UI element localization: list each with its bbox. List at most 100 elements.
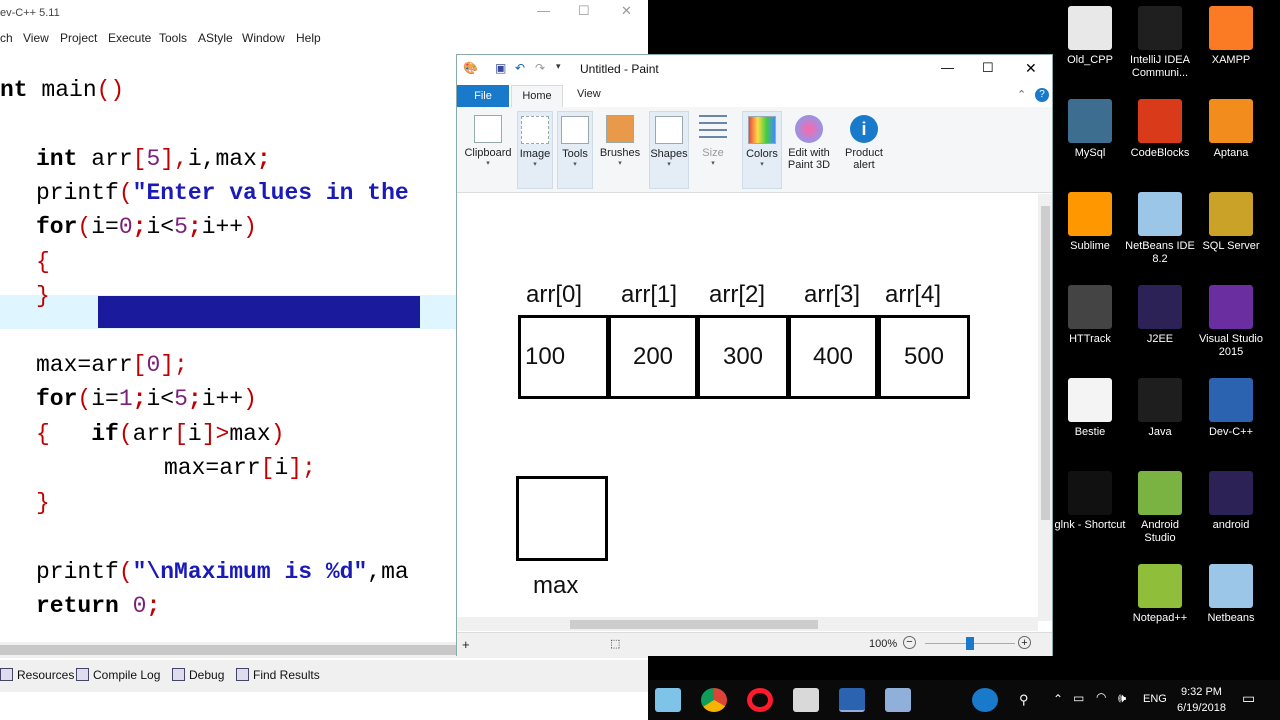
desktop-icon[interactable]: J2EE <box>1124 285 1196 346</box>
customize-quick-access-icon[interactable]: ▾ <box>556 61 570 75</box>
desktop-icon-label: android <box>1212 519 1250 531</box>
desktop-icon-label: Dev-C++ <box>1208 426 1254 438</box>
desktop-icon[interactable]: Notepad++ <box>1124 564 1196 625</box>
desktop-icon[interactable]: glnk - Shortcut <box>1054 471 1126 532</box>
tab-view[interactable]: View <box>577 88 601 100</box>
menu-tools[interactable]: Tools <box>159 31 187 45</box>
desktop-icon[interactable]: IntelliJ IDEA Communi... <box>1124 6 1196 80</box>
tab-compile-log[interactable]: Compile Log <box>76 668 160 682</box>
brush-icon <box>606 115 634 143</box>
close-icon[interactable]: ✕ <box>621 3 632 19</box>
window-title: Untitled - Paint <box>580 62 659 76</box>
desktop-icon[interactable]: Aptana <box>1195 99 1267 160</box>
tab-debug[interactable]: Debug <box>172 668 224 682</box>
desktop-icon[interactable]: NetBeans IDE 8.2 <box>1124 192 1196 266</box>
clock-time[interactable]: 9:32 PM <box>1181 686 1222 698</box>
opera-taskbar-icon[interactable] <box>747 688 773 712</box>
product-alert-button[interactable]: i Product alert <box>839 111 889 189</box>
devcpp-taskbar-icon[interactable] <box>839 688 865 712</box>
zoom-slider[interactable] <box>925 637 1015 650</box>
desktop-icon[interactable]: MySql <box>1054 99 1126 160</box>
save-icon[interactable]: ▣ <box>495 61 509 75</box>
array-index-label: arr[3] <box>804 281 861 308</box>
menu-search[interactable]: ch <box>0 31 13 45</box>
canvas-vertical-scrollbar[interactable] <box>1038 194 1052 621</box>
desktop-icon[interactable]: Netbeans <box>1195 564 1267 625</box>
close-icon[interactable]: ✕ <box>1025 60 1037 77</box>
desktop-icon[interactable]: Bestie <box>1054 378 1126 439</box>
zoom-slider-thumb[interactable] <box>966 637 974 650</box>
desktop-icon-label: Aptana <box>1213 147 1249 159</box>
desktop-icon[interactable]: SQL Server <box>1195 192 1267 253</box>
tab-home[interactable]: Home <box>511 85 563 107</box>
help-taskbar-icon[interactable] <box>972 688 998 712</box>
desktop-icon[interactable]: CodeBlocks <box>1124 99 1196 160</box>
clock-date[interactable]: 6/19/2018 <box>1177 702 1226 714</box>
zoom-in-icon[interactable]: + <box>1018 636 1031 649</box>
menu-execute[interactable]: Execute <box>108 31 151 45</box>
status-bar: + ⬚ 100% − + <box>457 632 1052 656</box>
tray-expand-icon[interactable]: ⌃ <box>1053 692 1063 706</box>
canvas-horizontal-scrollbar[interactable] <box>457 617 1038 631</box>
language-indicator[interactable]: ENG <box>1143 693 1167 705</box>
array-index-label: arr[1] <box>621 281 678 308</box>
scrollbar-thumb[interactable] <box>1041 206 1050 520</box>
desktop-icon-label: Sublime <box>1070 240 1110 252</box>
maximize-icon[interactable]: ☐ <box>982 60 994 76</box>
app-icon <box>1209 99 1253 143</box>
redo-icon[interactable]: ↷ <box>535 61 549 75</box>
cursor-position-icon: + <box>462 637 470 652</box>
paint-taskbar-icon[interactable] <box>885 688 911 712</box>
tab-resources[interactable]: Resources <box>0 668 74 682</box>
shapes-group[interactable]: Shapes ▾ <box>649 111 689 189</box>
brushes-group[interactable]: Brushes ▾ <box>597 111 643 189</box>
undo-icon[interactable]: ↶ <box>515 61 529 75</box>
desktop-icon-label: Netbeans <box>1207 612 1255 624</box>
desktop-icon[interactable]: Java <box>1124 378 1196 439</box>
help-icon[interactable]: ? <box>1035 88 1049 102</box>
scrollbar-thumb[interactable] <box>570 620 818 629</box>
desktop-icon[interactable]: XAMPP <box>1195 6 1267 67</box>
chrome-taskbar-icon[interactable] <box>701 688 727 712</box>
network-icon[interactable]: ▭ <box>1073 691 1084 705</box>
clipboard-icon <box>474 115 502 143</box>
explorer-taskbar-icon[interactable] <box>655 688 681 712</box>
desktop-icon-label: Android Studio <box>1141 519 1179 544</box>
tools-group[interactable]: Tools ▾ <box>557 111 593 189</box>
edit-with-paint3d-button[interactable]: Edit with Paint 3D <box>785 111 833 189</box>
app-icon <box>1068 471 1112 515</box>
desktop-icon[interactable]: android <box>1195 471 1267 532</box>
desktop-icon[interactable]: Android Studio <box>1124 471 1196 545</box>
canvas[interactable]: arr[0] arr[1] arr[2] arr[3] arr[4] 100 2… <box>457 194 1052 621</box>
size-group[interactable]: Size ▾ <box>695 111 731 189</box>
tab-find-results[interactable]: Find Results <box>236 668 320 682</box>
taskbar: ⚲ ⌃ ▭ ◠ 🕪 ENG 9:32 PM 6/19/2018 ▭ <box>648 680 1280 720</box>
wifi-icon[interactable]: ◠ <box>1096 690 1106 704</box>
desktop-icon[interactable]: Sublime <box>1054 192 1126 253</box>
minimize-ribbon-icon[interactable]: ⌃ <box>1017 88 1026 101</box>
menu-project[interactable]: Project <box>60 31 97 45</box>
desktop-icon[interactable]: Old_CPP <box>1054 6 1126 67</box>
info-icon: i <box>850 115 878 143</box>
people-icon[interactable]: ⚲ <box>1019 692 1029 708</box>
file-manager-taskbar-icon[interactable] <box>793 688 819 712</box>
desktop-icon[interactable]: HTTrack <box>1054 285 1126 346</box>
desktop-icon[interactable]: Visual Studio 2015 <box>1195 285 1267 359</box>
desktop-icon[interactable]: Dev-C++ <box>1195 378 1267 439</box>
image-group[interactable]: Image ▾ <box>517 111 553 189</box>
menu-help[interactable]: Help <box>296 31 321 45</box>
menu-astyle[interactable]: AStyle <box>198 31 233 45</box>
minimize-icon[interactable]: — <box>941 60 954 75</box>
clipboard-group[interactable]: Clipboard ▾ <box>461 111 515 189</box>
app-icon <box>1068 285 1112 329</box>
menu-window[interactable]: Window <box>242 31 285 45</box>
colors-group[interactable]: Colors ▾ <box>742 111 782 189</box>
tab-file[interactable]: File <box>457 85 509 107</box>
maximize-icon[interactable]: ☐ <box>578 3 590 19</box>
volume-icon[interactable]: 🕪 <box>1118 690 1126 706</box>
minimize-icon[interactable]: — <box>537 3 550 18</box>
array-index-label: arr[4] <box>885 281 942 308</box>
menu-view[interactable]: View <box>23 31 49 45</box>
zoom-out-icon[interactable]: − <box>903 636 916 649</box>
notifications-icon[interactable]: ▭ <box>1242 690 1255 707</box>
